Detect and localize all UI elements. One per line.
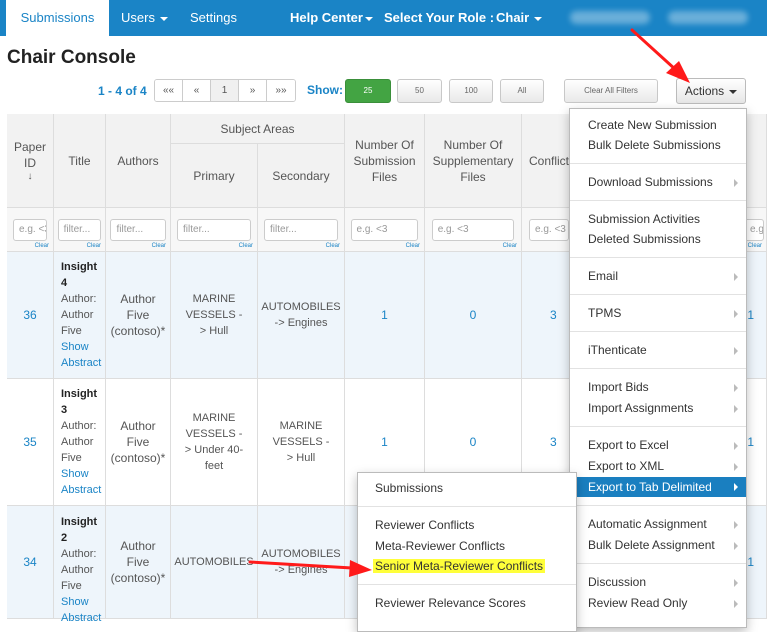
annotation-arrow-senior-conflicts — [248, 560, 372, 577]
annotation-arrow-actions — [630, 28, 690, 83]
annotation-arrows — [248, 28, 690, 577]
